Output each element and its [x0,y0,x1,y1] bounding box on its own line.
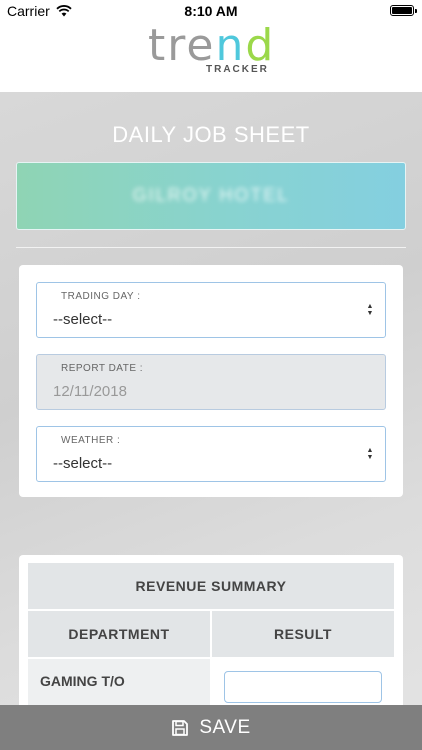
app-screen: Carrier 8:10 AM trend TRACKER DAILY JOB … [0,0,422,750]
battery-fill [392,7,412,14]
job-sheet-form: TRADING DAY : --select-- ▲ ▼ REPORT DATE … [19,265,403,497]
report-date-field: REPORT DATE : 12/11/2018 [36,354,386,410]
logo-subtitle: TRACKER [206,64,269,75]
gaming-to-cell [212,659,394,711]
venue-name: GILROY HOTEL [132,185,290,205]
select-arrows-icon: ▲ ▼ [366,303,374,317]
revenue-table: REVENUE SUMMARY DEPARTMENT RESULT GAMING… [28,563,394,711]
select-arrows-icon: ▲ ▼ [366,447,374,461]
status-time: 8:10 AM [184,3,238,19]
trend-tracker-logo: trend TRACKER [148,20,278,78]
venue-banner: GILROY HOTEL [16,162,406,230]
gaming-to-input[interactable] [224,671,382,703]
revenue-summary-title: REVENUE SUMMARY [28,563,394,609]
weather-label: WEATHER : [61,435,121,446]
battery-icon [390,5,417,16]
department-column-header: DEPARTMENT [28,611,210,657]
trading-day-select[interactable]: TRADING DAY : --select-- ▲ ▼ [36,282,386,338]
save-button-label: SAVE [199,716,251,738]
main-content: DAILY JOB SHEET GILROY HOTEL TRADING DAY… [0,92,422,750]
table-row: GAMING T/O [28,657,394,711]
save-icon [172,719,189,736]
save-button[interactable]: SAVE [0,705,422,750]
report-date-label: REPORT DATE : [61,363,144,374]
trading-day-value: --select-- [53,311,113,328]
status-bar: Carrier 8:10 AM [0,0,422,22]
report-date-value: 12/11/2018 [53,383,127,400]
app-header: trend TRACKER [0,20,422,92]
revenue-table-header: DEPARTMENT RESULT [28,609,394,657]
divider [16,247,406,248]
page-title: DAILY JOB SHEET [112,122,310,147]
trading-day-label: TRADING DAY : [61,291,141,302]
weather-select[interactable]: WEATHER : --select-- ▲ ▼ [36,426,386,482]
weather-value: --select-- [53,455,113,472]
gaming-to-label: GAMING T/O [28,659,210,711]
result-column-header: RESULT [212,611,394,657]
